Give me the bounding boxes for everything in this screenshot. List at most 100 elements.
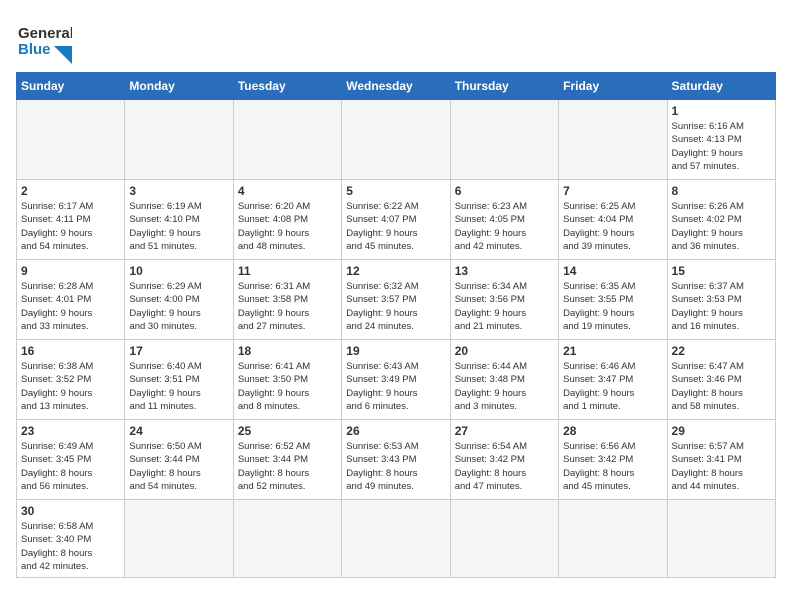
calendar-cell: 30Sunrise: 6:58 AM Sunset: 3:40 PM Dayli… [17, 500, 125, 578]
header: General Blue [16, 16, 776, 64]
calendar-cell: 12Sunrise: 6:32 AM Sunset: 3:57 PM Dayli… [342, 260, 450, 340]
weekday-header-friday: Friday [559, 73, 667, 100]
day-info: Sunrise: 6:28 AM Sunset: 4:01 PM Dayligh… [21, 280, 120, 333]
day-info: Sunrise: 6:44 AM Sunset: 3:48 PM Dayligh… [455, 360, 554, 413]
weekday-header-tuesday: Tuesday [233, 73, 341, 100]
calendar-cell: 21Sunrise: 6:46 AM Sunset: 3:47 PM Dayli… [559, 340, 667, 420]
day-info: Sunrise: 6:23 AM Sunset: 4:05 PM Dayligh… [455, 200, 554, 253]
calendar-cell: 8 Sunrise: 6:26 AM Sunset: 4:02 PM Daylig… [667, 180, 775, 260]
calendar-cell: 3Sunrise: 6:19 AM Sunset: 4:10 PM Daylig… [125, 180, 233, 260]
day-info: Sunrise: 6:22 AM Sunset: 4:07 PM Dayligh… [346, 200, 445, 253]
day-number: 5 [346, 184, 445, 198]
day-info: Sunrise: 6:38 AM Sunset: 3:52 PM Dayligh… [21, 360, 120, 413]
day-info: Sunrise: 6:41 AM Sunset: 3:50 PM Dayligh… [238, 360, 337, 413]
day-info: Sunrise: 6:57 AM Sunset: 3:41 PM Dayligh… [672, 440, 771, 493]
calendar-cell: 5 Sunrise: 6:22 AM Sunset: 4:07 PM Daylig… [342, 180, 450, 260]
svg-text:Blue: Blue [18, 41, 51, 58]
day-info: Sunrise: 6:20 AM Sunset: 4:08 PM Dayligh… [238, 200, 337, 253]
day-number: 17 [129, 344, 228, 358]
calendar-cell: 20 Sunrise: 6:44 AM Sunset: 3:48 PM Dayli… [450, 340, 558, 420]
day-number: 30 [21, 504, 120, 518]
day-number: 23 [21, 424, 120, 438]
day-number: 6 [455, 184, 554, 198]
week-row-4: 16 Sunrise: 6:38 AM Sunset: 3:52 PM Dayli… [17, 340, 776, 420]
calendar-cell: 18Sunrise: 6:41 AM Sunset: 3:50 PM Dayli… [233, 340, 341, 420]
day-number: 24 [129, 424, 228, 438]
calendar-cell: 16 Sunrise: 6:38 AM Sunset: 3:52 PM Dayli… [17, 340, 125, 420]
day-info: Sunrise: 6:35 AM Sunset: 3:55 PM Dayligh… [563, 280, 662, 333]
day-number: 2 [21, 184, 120, 198]
calendar-cell: 28 Sunrise: 6:56 AM Sunset: 3:42 PM Dayli… [559, 420, 667, 500]
calendar-cell [17, 100, 125, 180]
day-info: Sunrise: 6:53 AM Sunset: 3:43 PM Dayligh… [346, 440, 445, 493]
calendar-cell: 25 Sunrise: 6:52 AM Sunset: 3:44 PM Dayli… [233, 420, 341, 500]
weekday-header-sunday: Sunday [17, 73, 125, 100]
day-info: Sunrise: 6:29 AM Sunset: 4:00 PM Dayligh… [129, 280, 228, 333]
day-info: Sunrise: 6:52 AM Sunset: 3:44 PM Dayligh… [238, 440, 337, 493]
calendar-cell: 2 Sunrise: 6:17 AM Sunset: 4:11 PM Daylig… [17, 180, 125, 260]
logo: General Blue [16, 16, 72, 64]
calendar-cell [450, 500, 558, 578]
day-number: 19 [346, 344, 445, 358]
day-number: 28 [563, 424, 662, 438]
day-number: 3 [129, 184, 228, 198]
calendar-cell: 22 Sunrise: 6:47 AM Sunset: 3:46 PM Dayli… [667, 340, 775, 420]
day-number: 20 [455, 344, 554, 358]
day-number: 8 [672, 184, 771, 198]
calendar-cell [559, 500, 667, 578]
calendar-cell [233, 100, 341, 180]
calendar-cell: 14 Sunrise: 6:35 AM Sunset: 3:55 PM Dayli… [559, 260, 667, 340]
day-info: Sunrise: 6:31 AM Sunset: 3:58 PM Dayligh… [238, 280, 337, 333]
day-number: 14 [563, 264, 662, 278]
calendar-cell: 6 Sunrise: 6:23 AM Sunset: 4:05 PM Daylig… [450, 180, 558, 260]
day-number: 10 [129, 264, 228, 278]
calendar-cell: 4Sunrise: 6:20 AM Sunset: 4:08 PM Daylig… [233, 180, 341, 260]
day-info: Sunrise: 6:17 AM Sunset: 4:11 PM Dayligh… [21, 200, 120, 253]
calendar: SundayMondayTuesdayWednesdayThursdayFrid… [16, 72, 776, 578]
calendar-cell [125, 500, 233, 578]
calendar-cell: 11 Sunrise: 6:31 AM Sunset: 3:58 PM Dayli… [233, 260, 341, 340]
calendar-cell: 19 Sunrise: 6:43 AM Sunset: 3:49 PM Dayli… [342, 340, 450, 420]
weekday-header-monday: Monday [125, 73, 233, 100]
day-number: 25 [238, 424, 337, 438]
day-number: 7 [563, 184, 662, 198]
svg-text:General: General [18, 25, 72, 42]
day-info: Sunrise: 6:25 AM Sunset: 4:04 PM Dayligh… [563, 200, 662, 253]
day-info: Sunrise: 6:43 AM Sunset: 3:49 PM Dayligh… [346, 360, 445, 413]
calendar-cell: 9Sunrise: 6:28 AM Sunset: 4:01 PM Daylig… [17, 260, 125, 340]
day-number: 1 [672, 104, 771, 118]
calendar-cell [559, 100, 667, 180]
day-number: 13 [455, 264, 554, 278]
week-row-2: 2 Sunrise: 6:17 AM Sunset: 4:11 PM Daylig… [17, 180, 776, 260]
calendar-cell: 15 Sunrise: 6:37 AM Sunset: 3:53 PM Dayli… [667, 260, 775, 340]
calendar-cell: 17 Sunrise: 6:40 AM Sunset: 3:51 PM Dayli… [125, 340, 233, 420]
week-row-3: 9Sunrise: 6:28 AM Sunset: 4:01 PM Daylig… [17, 260, 776, 340]
day-info: Sunrise: 6:37 AM Sunset: 3:53 PM Dayligh… [672, 280, 771, 333]
day-info: Sunrise: 6:26 AM Sunset: 4:02 PM Dayligh… [672, 200, 771, 253]
calendar-cell: 23 Sunrise: 6:49 AM Sunset: 3:45 PM Dayli… [17, 420, 125, 500]
day-info: Sunrise: 6:50 AM Sunset: 3:44 PM Dayligh… [129, 440, 228, 493]
day-number: 27 [455, 424, 554, 438]
calendar-cell: 7 Sunrise: 6:25 AM Sunset: 4:04 PM Daylig… [559, 180, 667, 260]
day-info: Sunrise: 6:49 AM Sunset: 3:45 PM Dayligh… [21, 440, 120, 493]
day-number: 29 [672, 424, 771, 438]
week-row-5: 23 Sunrise: 6:49 AM Sunset: 3:45 PM Dayli… [17, 420, 776, 500]
day-number: 16 [21, 344, 120, 358]
calendar-cell [342, 100, 450, 180]
calendar-cell [667, 500, 775, 578]
calendar-cell: 24 Sunrise: 6:50 AM Sunset: 3:44 PM Dayli… [125, 420, 233, 500]
calendar-cell: 26Sunrise: 6:53 AM Sunset: 3:43 PM Dayli… [342, 420, 450, 500]
day-info: Sunrise: 6:16 AM Sunset: 4:13 PM Dayligh… [672, 120, 771, 173]
calendar-cell: 10 Sunrise: 6:29 AM Sunset: 4:00 PM Dayli… [125, 260, 233, 340]
day-number: 22 [672, 344, 771, 358]
day-info: Sunrise: 6:54 AM Sunset: 3:42 PM Dayligh… [455, 440, 554, 493]
logo-icon: General Blue [16, 16, 72, 64]
day-number: 11 [238, 264, 337, 278]
day-info: Sunrise: 6:40 AM Sunset: 3:51 PM Dayligh… [129, 360, 228, 413]
day-number: 15 [672, 264, 771, 278]
day-info: Sunrise: 6:32 AM Sunset: 3:57 PM Dayligh… [346, 280, 445, 333]
day-info: Sunrise: 6:47 AM Sunset: 3:46 PM Dayligh… [672, 360, 771, 413]
weekday-header-wednesday: Wednesday [342, 73, 450, 100]
day-info: Sunrise: 6:46 AM Sunset: 3:47 PM Dayligh… [563, 360, 662, 413]
day-info: Sunrise: 6:56 AM Sunset: 3:42 PM Dayligh… [563, 440, 662, 493]
